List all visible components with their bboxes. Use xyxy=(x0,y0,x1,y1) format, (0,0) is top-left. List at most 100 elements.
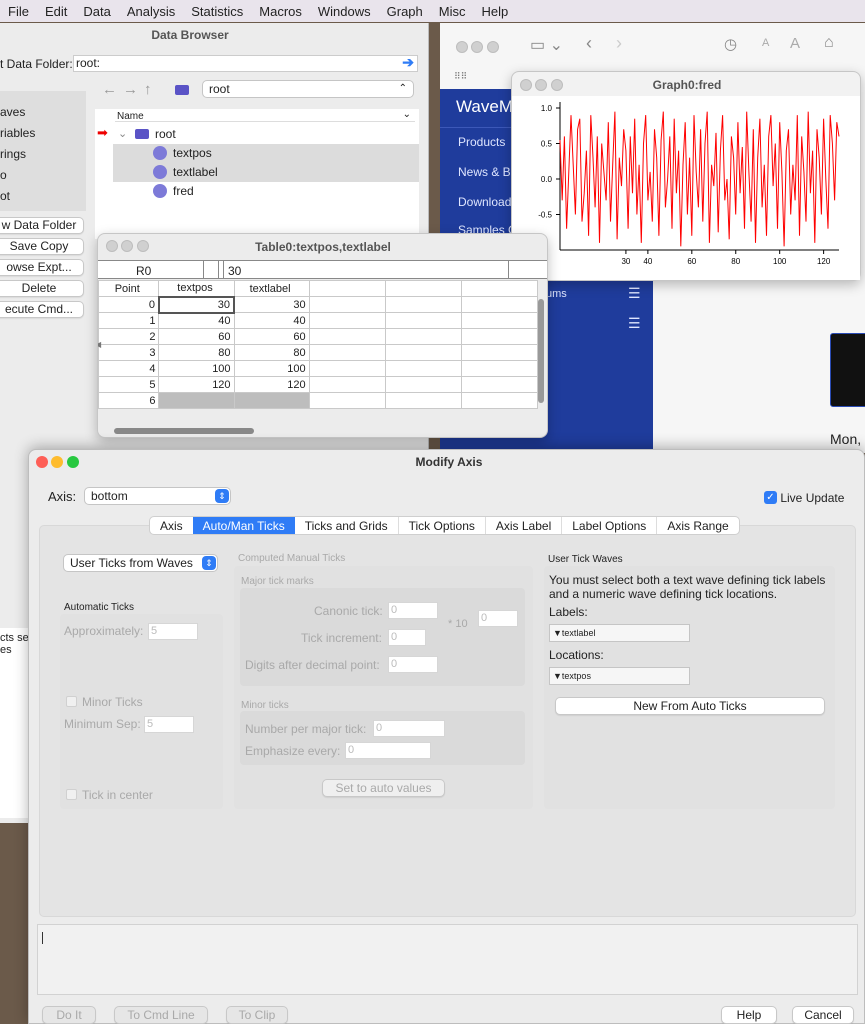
folder-select[interactable]: root ⌃ xyxy=(202,80,414,98)
axis-label: Axis: xyxy=(48,489,77,504)
zoom-icon[interactable] xyxy=(66,456,79,468)
tree-item-textpos[interactable]: textpos xyxy=(173,146,212,160)
do-it-button[interactable]: Do It xyxy=(42,1006,96,1024)
set-auto-values-button[interactable]: Set to auto values xyxy=(322,779,445,797)
tick-mode-select[interactable]: User Ticks from Waves ⇕ xyxy=(63,554,218,572)
grid-icon[interactable]: ⠿⠿ xyxy=(454,71,467,82)
nav-forums[interactable]: ums xyxy=(546,288,567,300)
list-item[interactable]: rings xyxy=(0,144,86,165)
menu-graph[interactable]: Graph xyxy=(379,4,431,19)
menu-macros[interactable]: Macros xyxy=(251,4,310,19)
column-header[interactable]: textlabel xyxy=(233,280,310,297)
minor-ticks-checkbox[interactable] xyxy=(66,696,77,707)
tab-ticks-and-grids[interactable]: Ticks and Grids xyxy=(295,517,399,534)
new-data-folder-button[interactable]: w Data Folder xyxy=(0,217,84,234)
table-row: 1 40 40 xyxy=(98,312,539,329)
tab-label-options[interactable]: Label Options xyxy=(562,517,658,534)
table-traffic-lights xyxy=(106,240,149,255)
vertical-scrollbar[interactable] xyxy=(538,299,544,403)
nav-products[interactable]: Products xyxy=(458,135,505,149)
disclosure-icon[interactable]: ⌄ xyxy=(118,127,127,140)
tree-item-fred[interactable]: fred xyxy=(173,184,194,198)
column-header[interactable]: Point xyxy=(98,280,160,297)
y-tick-label: -0.5 xyxy=(538,211,552,220)
tab-auto-man-ticks[interactable]: Auto/Man Ticks xyxy=(192,517,295,534)
back-arrow-icon[interactable]: ← xyxy=(102,81,123,98)
horizontal-scrollbar[interactable] xyxy=(114,428,254,434)
browse-expt-button[interactable]: owse Expt... xyxy=(0,259,84,276)
text-cursor xyxy=(42,932,43,944)
chevron-updown-icon: ⇕ xyxy=(202,556,216,570)
close-icon[interactable] xyxy=(36,456,48,468)
to-cmd-line-button[interactable]: To Cmd Line xyxy=(114,1006,208,1024)
tick-center-checkbox[interactable] xyxy=(66,789,77,800)
list-item[interactable]: o xyxy=(0,165,86,186)
list-item[interactable]: riables xyxy=(0,123,86,144)
forward-icon[interactable]: › xyxy=(616,33,622,54)
tab-tick-options[interactable]: Tick Options xyxy=(399,517,486,534)
column-header[interactable]: textpos xyxy=(158,280,235,297)
menu-edit[interactable]: Edit xyxy=(37,4,75,19)
nav-downloads[interactable]: Downloads xyxy=(458,195,517,209)
cancel-button[interactable]: Cancel xyxy=(792,1006,854,1024)
new-from-auto-ticks-button[interactable]: New From Auto Ticks xyxy=(555,697,825,715)
collapse-arrow-icon[interactable]: ◀ xyxy=(98,340,101,349)
exponent-field[interactable]: 0 xyxy=(478,610,518,627)
digits-label: Digits after decimal point: xyxy=(245,658,380,672)
clock-icon[interactable]: ◷ xyxy=(724,35,737,53)
per-major-field[interactable]: 0 xyxy=(373,720,445,737)
menu-file[interactable]: File xyxy=(0,4,37,19)
folder-select-value: root xyxy=(209,82,230,96)
folder-icon xyxy=(175,85,189,95)
canonic-field[interactable]: 0 xyxy=(388,602,438,619)
delete-button[interactable]: Delete xyxy=(0,280,84,297)
list-item[interactable]: ot xyxy=(0,186,86,207)
labels-wave-select[interactable]: ▼textlabel xyxy=(549,624,690,642)
current-folder-field[interactable]: root: ➔ xyxy=(73,54,418,72)
menu-data[interactable]: Data xyxy=(75,4,118,19)
menu-statistics[interactable]: Statistics xyxy=(183,4,251,19)
axis-select[interactable]: bottom ⇕ xyxy=(84,487,231,505)
increment-field[interactable]: 0 xyxy=(388,629,426,646)
menu-icon[interactable]: ☰ xyxy=(628,285,641,302)
approx-field[interactable]: 5 xyxy=(148,623,198,640)
traffic-lights xyxy=(456,41,499,56)
minimize-icon[interactable] xyxy=(51,456,64,468)
tab-axis[interactable]: Axis xyxy=(150,517,193,534)
execute-cmd-button[interactable]: ecute Cmd... xyxy=(0,301,84,318)
help-button[interactable]: Help xyxy=(721,1006,777,1024)
tab-axis-range[interactable]: Axis Range xyxy=(657,517,738,534)
home-icon[interactable]: ⌂ xyxy=(824,34,834,52)
tab-axis-label[interactable]: Axis Label xyxy=(486,517,563,534)
go-arrow-icon[interactable]: ➔ xyxy=(402,54,414,71)
wave-icon xyxy=(153,146,167,160)
menu-misc[interactable]: Misc xyxy=(431,4,474,19)
cell-entry-field[interactable]: 30 xyxy=(228,264,241,278)
per-major-label: Number per major tick: xyxy=(245,722,367,736)
text-small-icon[interactable]: A xyxy=(762,37,769,49)
thumbnail-image[interactable] xyxy=(830,333,865,407)
nav-news[interactable]: News & Bl xyxy=(458,165,513,179)
list-item[interactable]: aves xyxy=(0,102,86,123)
locations-wave-select[interactable]: ▼textpos xyxy=(549,667,690,685)
emphasize-field[interactable]: 0 xyxy=(345,742,431,759)
menu-bar: File Edit Data Analysis Statistics Macro… xyxy=(0,0,865,22)
sidebar-toggle-icon[interactable]: ▭ ⌄ xyxy=(530,35,563,55)
up-arrow-icon[interactable]: ↑ xyxy=(144,81,158,98)
save-copy-button[interactable]: Save Copy xyxy=(0,238,84,255)
menu-analysis[interactable]: Analysis xyxy=(119,4,183,19)
min-sep-field[interactable]: 5 xyxy=(144,716,194,733)
live-update-checkbox[interactable]: ✓ Live Update xyxy=(764,490,844,505)
x-tick-label: 40 xyxy=(643,257,652,266)
text-large-icon[interactable]: A xyxy=(790,35,800,52)
menu-windows[interactable]: Windows xyxy=(310,4,379,19)
to-clip-button[interactable]: To Clip xyxy=(226,1006,288,1024)
menu-help[interactable]: Help xyxy=(474,4,517,19)
back-icon[interactable]: ‹ xyxy=(586,33,592,54)
digits-field[interactable]: 0 xyxy=(388,656,438,673)
tree-root[interactable]: root xyxy=(155,127,176,141)
tree-item-textlabel[interactable]: textlabel xyxy=(173,165,218,179)
menu-icon[interactable]: ☰ xyxy=(628,315,641,332)
forward-arrow-icon[interactable]: → xyxy=(123,81,144,98)
command-line-field[interactable] xyxy=(37,924,858,995)
